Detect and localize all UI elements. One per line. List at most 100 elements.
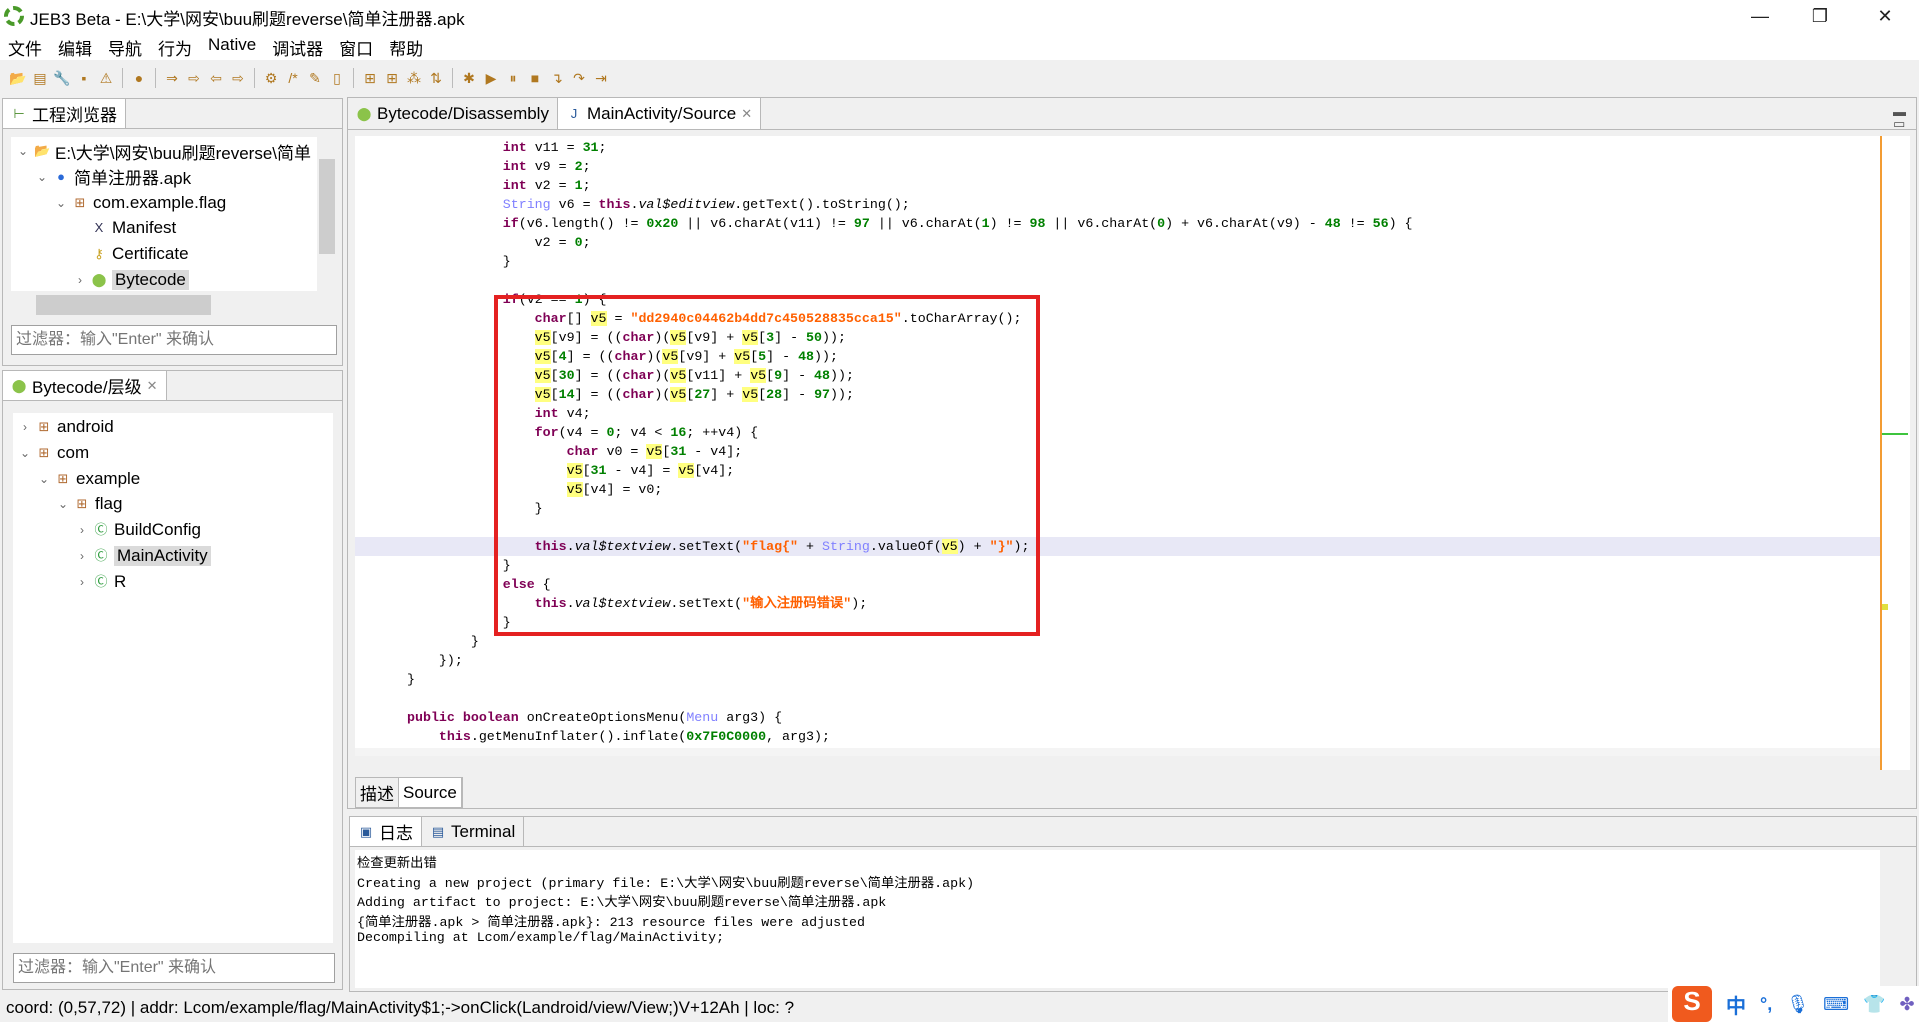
window-icon[interactable]: ▪	[74, 68, 94, 88]
code-token: }	[407, 672, 415, 687]
menu-item[interactable]: 窗口	[337, 32, 381, 60]
tree-item[interactable]: ⌄ ⊞ com.example.flag	[55, 191, 226, 215]
expand-chevron-icon[interactable]: ⌄	[19, 446, 31, 460]
menu-item[interactable]: 编辑	[56, 32, 100, 60]
tab-log[interactable]: ▣ 日志	[350, 817, 422, 846]
menu-bar: 文件 编辑 导航 行为 Native 调试器 窗口 帮助	[0, 32, 1919, 60]
jump-icon[interactable]: ⇒	[162, 68, 182, 88]
restore-button[interactable]: ❐	[1790, 2, 1850, 30]
menu-item[interactable]: 文件	[6, 32, 50, 60]
back-icon[interactable]: ⇦	[206, 68, 226, 88]
tab-bytecode-hierarchy[interactable]: ⬤ Bytecode/层级 ✕	[3, 371, 167, 400]
maximize-view-icon[interactable]: ▭	[1893, 116, 1905, 132]
wrench-icon[interactable]: 🔧	[52, 68, 72, 88]
microphone-icon[interactable]: 🎙	[1786, 994, 1809, 1015]
code-line: v2 = 0;	[407, 233, 591, 252]
pause-icon[interactable]: ⏸	[503, 68, 523, 88]
step-into-icon[interactable]: ↴	[547, 68, 567, 88]
tree-item[interactable]: ⌄ ⊞ com	[19, 441, 89, 465]
open-icon[interactable]: 📂	[8, 68, 28, 88]
code-token: this	[438, 729, 471, 744]
menu-item[interactable]: 调试器	[270, 32, 331, 60]
minimize-button[interactable]: —	[1730, 2, 1790, 30]
step-over-icon[interactable]: ↷	[569, 68, 589, 88]
sogou-logo[interactable]: S	[1672, 986, 1712, 1022]
expand-chevron-icon[interactable]: ⌄	[36, 170, 48, 184]
step-out-icon[interactable]: ⇥	[591, 68, 611, 88]
keyboard-icon[interactable]: ⌨	[1823, 994, 1849, 1015]
grid-icon[interactable]: ⊞	[360, 68, 380, 88]
log-output: 检查更新出错 Creating a new project (primary fi…	[355, 850, 1880, 988]
project-filter-input[interactable]	[11, 325, 337, 355]
ime-punctuation[interactable]: °,	[1760, 994, 1772, 1015]
menu-item[interactable]: 导航	[106, 32, 150, 60]
tree-item[interactable]: ⌄ ⊞ example	[38, 467, 140, 491]
expand-chevron-icon[interactable]: ⌄	[17, 144, 29, 158]
horizontal-scrollbar[interactable]	[11, 293, 317, 315]
warning-icon[interactable]: ⚠	[96, 68, 116, 88]
hierarchy-filter-input[interactable]	[13, 953, 335, 983]
expand-chevron-icon[interactable]: ›	[19, 420, 31, 434]
tree-item[interactable]: ⌄ 📂 E:\大学\网安\buu刷题reverse\简单	[17, 139, 311, 163]
code-token: 1	[574, 178, 583, 193]
save-icon[interactable]: ▤	[30, 68, 50, 88]
run-icon[interactable]: ▶	[481, 68, 501, 88]
nodes-icon[interactable]: ⁂	[404, 68, 424, 88]
ime-mode[interactable]: 中	[1726, 990, 1746, 1019]
tree-item[interactable]: X Manifest	[74, 216, 177, 240]
skin-icon[interactable]: 👕	[1863, 994, 1885, 1015]
graph-icon[interactable]: ⊞	[382, 68, 402, 88]
navigate-icon[interactable]: ⇨	[184, 68, 204, 88]
expand-chevron-icon[interactable]: ›	[76, 549, 88, 563]
log-icon: ▣	[359, 823, 373, 839]
stop-icon[interactable]: ■	[525, 68, 545, 88]
code-line: }	[407, 632, 479, 651]
tree-item[interactable]: › Ⓒ MainActivity	[76, 544, 211, 568]
comment-icon[interactable]: /*	[283, 68, 303, 88]
code-horizontal-scrollbar[interactable]	[355, 748, 1880, 756]
tree-item[interactable]: ⚷ Certificate	[74, 242, 188, 266]
code-token: 56	[1372, 216, 1389, 231]
tab-bytecode-disassembly[interactable]: ⬤ Bytecode/Disassembly	[348, 98, 558, 129]
menu-item[interactable]: 行为	[156, 32, 200, 60]
tab-mainactivity-source[interactable]: J MainActivity/Source ✕	[557, 98, 762, 129]
tab-project-explorer[interactable]: ⊢ 工程浏览器	[3, 99, 126, 128]
expand-chevron-icon[interactable]: ⌄	[38, 472, 50, 486]
sort-icon[interactable]: ⇅	[426, 68, 446, 88]
tab-terminal[interactable]: ▤ Terminal	[422, 817, 525, 846]
close-tab-icon[interactable]: ✕	[147, 378, 158, 394]
apps-icon[interactable]: ✤	[1899, 994, 1914, 1015]
close-tab-icon[interactable]: ✕	[741, 106, 752, 122]
tree-item-label: com.example.flag	[93, 192, 227, 212]
code-token: .getText().toString();	[734, 197, 910, 212]
tree-item-label: com	[57, 442, 90, 462]
tree-item[interactable]: › ⊞ android	[19, 415, 114, 439]
expand-chevron-icon[interactable]: ›	[74, 273, 86, 287]
package-icon: ⊞	[74, 194, 86, 210]
debug-icon[interactable]: ✱	[459, 68, 479, 88]
expand-chevron-icon[interactable]: ⌄	[55, 196, 67, 210]
document-icon[interactable]: ▯	[327, 68, 347, 88]
tree-item[interactable]: › Ⓒ R	[76, 570, 126, 594]
code-token: ;	[582, 178, 591, 193]
expand-chevron-icon[interactable]: ›	[76, 575, 88, 589]
code-token: String	[502, 197, 551, 212]
tree-item[interactable]: ⌄ ● 简单注册器.apk	[36, 165, 191, 189]
menu-item[interactable]: Native	[206, 32, 264, 60]
close-button[interactable]: ✕	[1855, 2, 1915, 30]
expand-chevron-icon[interactable]: ⌄	[57, 497, 69, 511]
vertical-scrollbar[interactable]	[317, 137, 337, 291]
forward-icon[interactable]: ⇨	[228, 68, 248, 88]
overview-ruler[interactable]	[1880, 136, 1910, 770]
menu-item[interactable]: 帮助	[387, 32, 431, 60]
pencil-icon[interactable]: ✎	[305, 68, 325, 88]
globe-icon[interactable]: ●	[129, 68, 149, 88]
tree-item[interactable]: › Ⓒ BuildConfig	[76, 518, 201, 542]
expand-chevron-icon[interactable]: ›	[76, 523, 88, 537]
tree-item[interactable]: › ⬤ Bytecode	[74, 268, 189, 291]
tab-source[interactable]: Source	[399, 778, 462, 807]
tree-item[interactable]: ⌄ ⊞ flag	[57, 492, 122, 516]
tab-description[interactable]: 描述	[356, 778, 399, 807]
decompile-icon[interactable]: ⚙	[261, 68, 281, 88]
